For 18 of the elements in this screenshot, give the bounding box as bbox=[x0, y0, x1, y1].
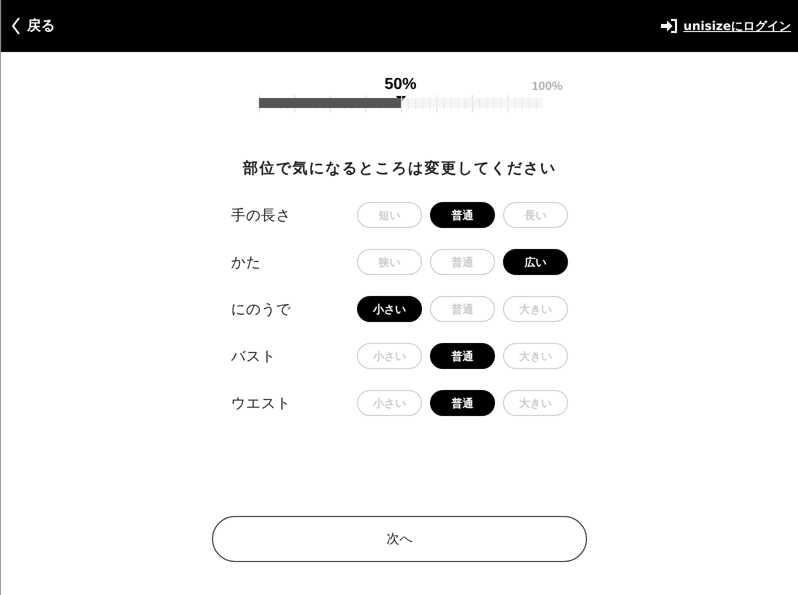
body-part-label: にのうで bbox=[231, 300, 291, 318]
option-button[interactable]: 広い bbox=[503, 249, 568, 275]
chevron-left-icon bbox=[11, 17, 21, 35]
body-part-label: ウエスト bbox=[231, 394, 291, 412]
option-button[interactable]: 普通 bbox=[430, 202, 495, 228]
body-part-label: 手の長さ bbox=[231, 206, 291, 224]
body-part-label: かた bbox=[231, 254, 261, 272]
option-button[interactable]: 普通 bbox=[430, 343, 495, 369]
option-button[interactable]: 普通 bbox=[430, 390, 495, 416]
login-link[interactable]: unisizeにログイン bbox=[661, 18, 791, 34]
body-part-label: バスト bbox=[231, 348, 276, 366]
option-button[interactable]: 小さい bbox=[357, 296, 422, 322]
sign-in-icon bbox=[661, 19, 678, 33]
progress-end-label: 100% bbox=[532, 79, 562, 93]
next-button[interactable]: 次へ bbox=[212, 516, 587, 562]
back-link[interactable]: 戻る bbox=[11, 17, 55, 35]
progress-reading: 50% bbox=[383, 76, 418, 94]
heading: 部位で気になるところは変更してください bbox=[242, 159, 556, 178]
